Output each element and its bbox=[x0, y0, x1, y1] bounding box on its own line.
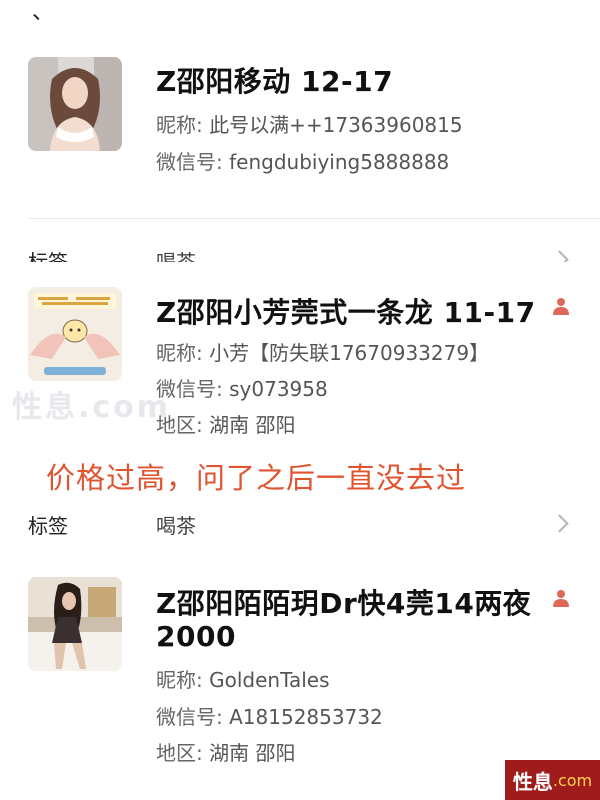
contact-avatar[interactable] bbox=[28, 57, 122, 151]
contact-avatar[interactable] bbox=[28, 287, 122, 381]
avatar-photo-icon bbox=[28, 57, 122, 151]
annotation-text: 价格过高，问了之后一直没去过 bbox=[46, 461, 467, 495]
nickname-line: 昵称: GoldenTales bbox=[156, 664, 330, 693]
nickname-value: 小芳【防失联17670933279】 bbox=[209, 341, 490, 365]
nickname-label: 昵称: bbox=[156, 113, 203, 137]
nickname-line: 昵称: 小芳【防失联17670933279】 bbox=[156, 337, 489, 366]
contact-name-line-2: 2000 bbox=[156, 620, 236, 653]
tag-row-value[interactable]: 喝茶 bbox=[156, 510, 196, 539]
wechat-id-value: A18152853732 bbox=[229, 705, 383, 729]
wechat-id-value: sy073958 bbox=[229, 377, 328, 401]
wechat-id-label: 微信号: bbox=[156, 150, 223, 174]
watermark-suffix-text: .com bbox=[552, 770, 593, 790]
nickname-value: 此号以满++17363960815 bbox=[209, 113, 463, 137]
wechat-id-line: 微信号: fengdubiying5888888 bbox=[156, 146, 449, 175]
stray-punctuation: 、 bbox=[32, 0, 55, 25]
site-watermark: 性息 .com bbox=[505, 760, 600, 800]
person-icon bbox=[553, 589, 569, 607]
wechat-id-line: 微信号: A18152853732 bbox=[156, 701, 383, 730]
tag-row-label: 标签 bbox=[28, 514, 68, 538]
avatar-cartoon-icon bbox=[28, 287, 122, 381]
avatar-photo-icon bbox=[28, 577, 122, 671]
faint-watermark: 性息.com bbox=[12, 390, 172, 425]
section-divider bbox=[28, 218, 600, 219]
contact-name: Z邵阳小芳莞式一条龙 11-17 bbox=[156, 296, 536, 329]
region-value: 湖南 邵阳 bbox=[209, 741, 296, 765]
nickname-label: 昵称: bbox=[156, 341, 203, 365]
region-label: 地区: bbox=[156, 741, 203, 765]
contact-name: Z邵阳移动 12-17 bbox=[156, 65, 394, 98]
person-icon bbox=[553, 297, 569, 315]
nickname-value: GoldenTales bbox=[209, 668, 330, 692]
contact-name-line-1: Z邵阳陌陌玥Dr快4莞14两夜 bbox=[156, 587, 532, 620]
chevron-right-icon[interactable] bbox=[550, 514, 569, 533]
region-value: 湖南 邵阳 bbox=[209, 413, 296, 437]
nickname-label: 昵称: bbox=[156, 668, 203, 692]
region-line: 地区: 湖南 邵阳 bbox=[156, 409, 295, 438]
wechat-id-label: 微信号: bbox=[156, 705, 223, 729]
watermark-main-text: 性息 bbox=[512, 769, 553, 794]
wechat-id-value: fengdubiying5888888 bbox=[229, 150, 450, 174]
wechat-id-line: 微信号: sy073958 bbox=[156, 373, 328, 402]
nickname-line: 昵称: 此号以满++17363960815 bbox=[156, 109, 463, 138]
region-line: 地区: 湖南 邵阳 bbox=[156, 737, 295, 766]
contact-avatar[interactable] bbox=[28, 577, 122, 671]
